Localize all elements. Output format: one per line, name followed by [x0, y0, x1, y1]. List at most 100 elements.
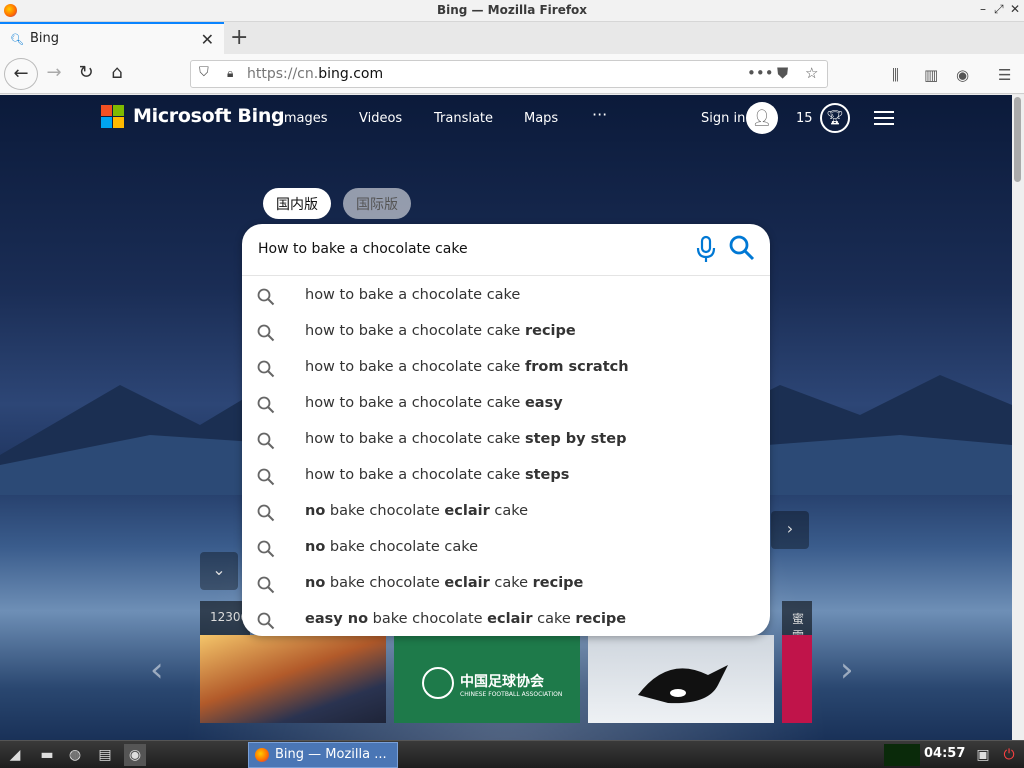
back-button[interactable]: ←	[4, 58, 38, 90]
pocket-icon[interactable]: ⛊	[777, 64, 788, 82]
search-box[interactable]: How to bake a chocolate cake how to bake…	[242, 224, 770, 636]
menu-icon[interactable]: ☰	[998, 66, 1011, 84]
suggestion-search-icon	[257, 504, 275, 522]
navigation-toolbar: ← → ↻ ⌂ ⛉ 🔒︎ https://cn.bing.com ••• ⛊ ☆…	[0, 54, 1024, 94]
suggestion-search-icon	[257, 432, 275, 450]
hamburger-menu-icon[interactable]	[874, 109, 896, 127]
carousel-prev-icon[interactable]: ‹	[150, 650, 164, 690]
suggestion-item[interactable]: how to bake a chocolate cake recipe	[242, 314, 770, 350]
avatar-icon[interactable]: 👤︎	[746, 102, 778, 134]
new-tab-icon[interactable]: +	[230, 25, 248, 50]
carousel-next-button[interactable]: ›	[771, 511, 809, 549]
suggestion-item[interactable]: easy no bake chocolate eclair cake recip…	[242, 602, 770, 638]
nav-translate[interactable]: Translate	[434, 111, 493, 126]
orca-image	[638, 665, 728, 704]
search-icon[interactable]	[728, 234, 756, 262]
nav-maps[interactable]: Maps	[524, 111, 558, 126]
scrollbar-thumb[interactable]	[1014, 97, 1021, 182]
suggestion-item[interactable]: how to bake a chocolate cake step by ste…	[242, 422, 770, 458]
maximize-icon[interactable]: ⤢	[994, 2, 1004, 17]
window-title: Bing — Mozilla Firefox	[436, 3, 588, 17]
start-menu-icon[interactable]: ◢	[4, 744, 26, 766]
football-emblem-icon	[422, 667, 454, 699]
file-manager-icon[interactable]: ▤	[94, 744, 116, 766]
tracking-protection-icon[interactable]: ⛉	[199, 65, 209, 80]
window-titlebar: Bing — Mozilla Firefox – ⤢ ✕	[0, 0, 1024, 22]
bookmark-star-icon[interactable]: ☆	[805, 64, 818, 82]
news-card-orca[interactable]	[588, 635, 774, 723]
url-bar[interactable]: ⛉ 🔒︎ https://cn.bing.com ••• ⛊ ☆	[190, 60, 828, 88]
news-card-4[interactable]	[782, 635, 812, 723]
rewards-points[interactable]: 15	[796, 111, 813, 126]
suggestion-item[interactable]: how to bake a chocolate cake from scratc…	[242, 350, 770, 386]
tab-bar: 🔍︎ Bing ✕ +	[0, 22, 1024, 54]
reload-button[interactable]: ↻	[72, 62, 100, 86]
card-label-4[interactable]: 蜜雪	[782, 601, 812, 643]
search-favicon-icon: 🔍︎	[10, 33, 24, 46]
logo-text: Microsoft Bing	[133, 105, 285, 127]
suggestion-text: how to bake a chocolate cake	[305, 287, 521, 303]
page-scrollbar[interactable]	[1012, 95, 1024, 740]
os-taskbar: ◢ ▬ ◍ ▤ ◉ Bing — Mozilla ... 04:57 ▣ ⏻	[0, 740, 1024, 768]
suggestion-item[interactable]: how to bake a chocolate cake steps	[242, 458, 770, 494]
nav-more[interactable]: ···	[592, 105, 607, 124]
firefox-task-icon	[255, 748, 269, 762]
suggestion-item[interactable]: how to bake a chocolate cake easy	[242, 386, 770, 422]
suggestion-item[interactable]: how to bake a chocolate cake	[242, 278, 770, 314]
suggestion-text: how to bake a chocolate cake easy	[305, 395, 563, 411]
lock-icon[interactable]: 🔒︎	[227, 66, 233, 81]
suggestion-search-icon	[257, 468, 275, 486]
close-tab-icon[interactable]: ✕	[201, 30, 214, 49]
suggestion-search-icon	[257, 612, 275, 630]
suggestion-text: easy no bake chocolate eclair cake recip…	[305, 611, 627, 627]
task-label: Bing — Mozilla ...	[275, 747, 387, 762]
tray-app-icon[interactable]: ▣	[972, 744, 994, 766]
nav-images[interactable]: Images	[280, 111, 328, 126]
tab-bing[interactable]: 🔍︎ Bing ✕	[0, 22, 224, 54]
account-icon[interactable]: ◉	[956, 66, 969, 84]
tab-title: Bing	[30, 31, 60, 46]
market-domestic-tab[interactable]: 国内版	[263, 188, 331, 219]
url-text[interactable]: https://cn.bing.com	[247, 66, 383, 82]
taskbar-task-firefox[interactable]: Bing — Mozilla ...	[248, 742, 398, 768]
minimize-icon[interactable]: –	[980, 2, 986, 16]
suggestion-search-icon	[257, 396, 275, 414]
suggestion-search-icon	[257, 540, 275, 558]
search-input[interactable]: How to bake a chocolate cake	[258, 241, 468, 257]
suggestion-item[interactable]: no bake chocolate eclair cake recipe	[242, 566, 770, 602]
cpu-monitor-graph	[884, 744, 920, 766]
market-international-tab[interactable]: 国际版	[343, 188, 411, 219]
card-football-subtitle: CHINESE FOOTBALL ASSOCIATION	[460, 691, 563, 698]
page-actions-icon[interactable]: •••	[747, 64, 774, 82]
nav-videos[interactable]: Videos	[359, 111, 402, 126]
news-card-football[interactable]: 中国足球协会 CHINESE FOOTBALL ASSOCIATION	[394, 635, 580, 723]
microsoft-logo-icon	[101, 105, 125, 129]
home-button[interactable]: ⌂	[103, 62, 131, 86]
sign-in-link[interactable]: Sign in	[701, 111, 745, 126]
forward-button[interactable]: →	[40, 62, 68, 86]
show-desktop-icon[interactable]: ▬	[36, 744, 58, 766]
browser-launcher-icon[interactable]: ◍	[64, 744, 86, 766]
card-football-title: 中国足球协会	[460, 674, 544, 690]
library-icon[interactable]: ⫼	[892, 66, 899, 84]
suggestion-item[interactable]: no bake chocolate eclair cake	[242, 494, 770, 530]
rewards-trophy-icon[interactable]: 🏆︎	[820, 103, 850, 133]
suggestion-text: no bake chocolate eclair cake	[305, 503, 529, 519]
power-icon[interactable]: ⏻	[998, 744, 1020, 766]
clock[interactable]: 04:57	[924, 746, 965, 761]
firefox-launcher-icon[interactable]: ◉	[124, 744, 146, 766]
carousel-collapse-button[interactable]: ⌄	[200, 552, 238, 590]
suggestion-text: how to bake a chocolate cake recipe	[305, 323, 576, 339]
suggestion-text: how to bake a chocolate cake steps	[305, 467, 570, 483]
suggestion-item[interactable]: no bake chocolate cake	[242, 530, 770, 566]
suggestion-search-icon	[257, 576, 275, 594]
suggestion-text: how to bake a chocolate cake step by ste…	[305, 431, 627, 447]
suggestion-text: how to bake a chocolate cake from scratc…	[305, 359, 629, 375]
suggestion-search-icon	[257, 360, 275, 378]
news-card-train[interactable]	[200, 635, 386, 723]
sidebar-icon[interactable]: ▥	[924, 66, 938, 84]
carousel-next-icon[interactable]: ›	[840, 650, 854, 690]
close-window-icon[interactable]: ✕	[1010, 2, 1020, 16]
microphone-icon[interactable]	[694, 234, 718, 264]
suggestion-search-icon	[257, 324, 275, 342]
